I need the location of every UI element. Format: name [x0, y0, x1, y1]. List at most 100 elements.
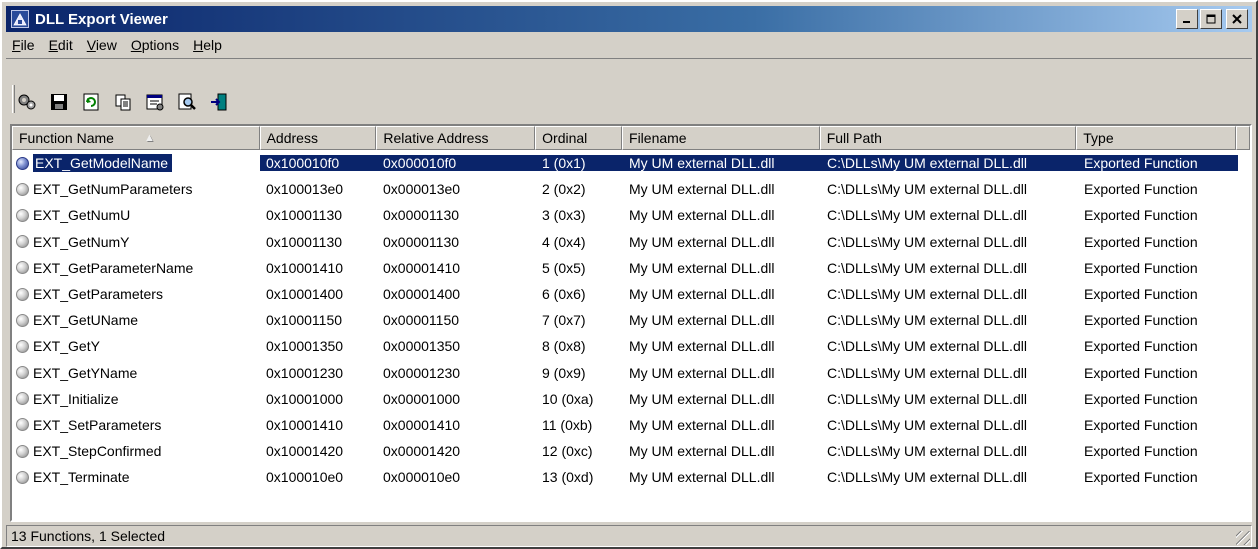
table-row[interactable]: EXT_GetNumU 0x10001130 0x00001130 3 (0x3) My…: [12, 202, 1250, 228]
cell-type: Exported Function: [1084, 259, 1198, 276]
table-row[interactable]: EXT_GetNumParameters 0x100013e0 0x000013e0…: [12, 176, 1250, 202]
cell-address: 0x10001130: [266, 207, 343, 224]
save-icon[interactable]: [46, 89, 72, 115]
function-bullet-icon: [16, 392, 29, 406]
table-row[interactable]: EXT_GetParameterName 0x10001410 0x00001410…: [12, 255, 1250, 281]
cell-address: 0x10001400: [266, 286, 344, 303]
cell-ordinal: 6 (0x6): [542, 286, 586, 303]
cell-relative: 0x00001420: [383, 443, 461, 460]
cell-type: Exported Function: [1084, 390, 1198, 407]
table-row[interactable]: EXT_GetNumY 0x10001130 0x00001130 4 (0x4) My…: [12, 229, 1250, 255]
cell-path: C:\DLLs\My UM external DLL.dll: [827, 233, 1027, 250]
functions-list[interactable]: Function Name ▲ Address Relative Address…: [10, 124, 1252, 522]
list-rows: EXT_GetModelName 0x100010f0 0x000010f0 1 (0…: [12, 150, 1250, 490]
dll-export-viewer-window: DLL Export Viewer File Edit View Options…: [0, 0, 1258, 549]
column-header-filler: [1236, 126, 1250, 150]
cell-path: C:\DLLs\My UM external DLL.dll: [827, 390, 1027, 407]
cell-address: 0x10001410: [266, 416, 344, 433]
maximize-button[interactable]: [1200, 9, 1222, 29]
cell-address: 0x10001000: [266, 390, 344, 407]
cell-address: 0x10001410: [266, 259, 344, 276]
cell-ordinal: 7 (0x7): [542, 312, 586, 329]
function-name-text: EXT_GetNumY: [33, 233, 130, 250]
cell-filename: My UM external DLL.dll: [629, 207, 775, 224]
table-row[interactable]: EXT_Terminate 0x100010e0 0x000010e0 13 (0xd…: [12, 464, 1250, 490]
cell-name: EXT_SetParameters: [12, 417, 260, 433]
column-header-relative-address[interactable]: Relative Address: [376, 126, 536, 150]
table-row[interactable]: EXT_Initialize 0x10001000 0x00001000 10 (0x…: [12, 386, 1250, 412]
cell-path: C:\DLLs\My UM external DLL.dll: [827, 207, 1027, 224]
cell-type: Exported Function: [1084, 416, 1198, 433]
cell-relative: 0x00001410: [383, 259, 461, 276]
menu-view[interactable]: View: [81, 37, 125, 53]
minimize-button[interactable]: [1176, 9, 1198, 29]
table-row[interactable]: EXT_StepConfirmed 0x10001420 0x00001420 12 …: [12, 438, 1250, 464]
menu-edit[interactable]: Edit: [43, 37, 81, 53]
menu-file[interactable]: File: [6, 37, 43, 53]
status-bar: 13 Functions, 1 Selected: [6, 525, 1252, 547]
table-row[interactable]: EXT_GetY 0x10001350 0x00001350 8 (0x8) My UM…: [12, 333, 1250, 359]
cell-address: 0x10001130: [266, 233, 343, 250]
cell-type: Exported Function: [1084, 181, 1198, 198]
menu-bar: File Edit View Options Help: [6, 34, 230, 56]
table-row[interactable]: EXT_GetModelName 0x100010f0 0x000010f0 1 (0…: [12, 150, 1250, 176]
cell-ordinal: 1 (0x1): [536, 155, 623, 172]
cell-type: Exported Function: [1084, 233, 1198, 250]
toolbar: [6, 58, 1252, 122]
list-header: Function Name ▲ Address Relative Address…: [12, 126, 1250, 150]
column-header-type[interactable]: Type: [1076, 126, 1237, 150]
cell-relative: 0x000010f0: [377, 155, 536, 172]
cell-ordinal: 3 (0x3): [542, 207, 586, 224]
table-row[interactable]: EXT_SetParameters 0x10001410 0x00001410 11 …: [12, 412, 1250, 438]
cell-address: 0x10001230: [266, 364, 344, 381]
exit-icon[interactable]: [206, 89, 232, 115]
function-name-text: EXT_Terminate: [33, 469, 130, 486]
menu-options[interactable]: Options: [125, 37, 187, 53]
close-button[interactable]: [1226, 9, 1248, 29]
properties-icon[interactable]: [142, 89, 168, 115]
cell-path: C:\DLLs\My UM external DLL.dll: [827, 364, 1027, 381]
copy-icon[interactable]: [110, 89, 136, 115]
title-bar[interactable]: DLL Export Viewer: [6, 6, 1252, 32]
cell-filename: My UM external DLL.dll: [629, 364, 775, 381]
function-name-text: EXT_GetModelName: [31, 154, 174, 173]
function-bullet-icon: [16, 339, 29, 353]
find-icon[interactable]: [174, 89, 200, 115]
cell-name: EXT_GetModelName: [12, 154, 260, 173]
function-name-text: EXT_GetParameters: [33, 286, 163, 303]
column-header-address[interactable]: Address: [259, 126, 377, 150]
cell-type: Exported Function: [1084, 364, 1198, 381]
menu-help[interactable]: Help: [187, 37, 230, 53]
function-bullet-icon: [16, 182, 29, 196]
cell-name: EXT_GetY: [12, 338, 260, 354]
cell-filename: My UM external DLL.dll: [629, 416, 775, 433]
column-header-filename[interactable]: Filename: [622, 126, 820, 150]
table-row[interactable]: EXT_GetYName 0x10001230 0x00001230 9 (0x9) M…: [12, 360, 1250, 386]
function-name-text: EXT_GetY: [33, 338, 100, 355]
column-header-ordinal[interactable]: Ordinal: [535, 126, 623, 150]
table-row[interactable]: EXT_GetUName 0x10001150 0x00001150 7 (0x7) M…: [12, 307, 1250, 333]
function-bullet-icon: [16, 235, 29, 249]
refresh-icon[interactable]: [78, 89, 104, 115]
function-bullet-icon: [16, 287, 29, 301]
cell-ordinal: 8 (0x8): [542, 338, 586, 355]
cell-name: EXT_GetNumU: [12, 207, 260, 223]
cell-name: EXT_GetNumParameters: [12, 181, 260, 197]
app-icon: [11, 10, 29, 28]
cell-name: EXT_Initialize: [12, 391, 260, 407]
table-row[interactable]: EXT_GetParameters 0x10001400 0x00001400 6 (…: [12, 281, 1250, 307]
cell-address: 0x10001350: [266, 338, 344, 355]
resize-grip[interactable]: [1236, 531, 1250, 545]
function-bullet-icon: [16, 470, 29, 484]
column-header-function-name[interactable]: Function Name ▲: [12, 126, 260, 150]
cell-relative: 0x00001410: [383, 416, 461, 433]
cell-type: Exported Function: [1084, 207, 1198, 224]
cell-filename: My UM external DLL.dll: [629, 286, 775, 303]
properties-gear-icon[interactable]: [14, 89, 40, 115]
cell-name: EXT_StepConfirmed: [12, 443, 260, 459]
column-header-full-path[interactable]: Full Path: [819, 126, 1077, 150]
cell-type: Exported Function: [1084, 469, 1198, 486]
cell-address: 0x100010e0: [266, 469, 344, 486]
cell-filename: My UM external DLL.dll: [629, 443, 775, 460]
cell-path: C:\DLLs\My UM external DLL.dll: [827, 416, 1027, 433]
